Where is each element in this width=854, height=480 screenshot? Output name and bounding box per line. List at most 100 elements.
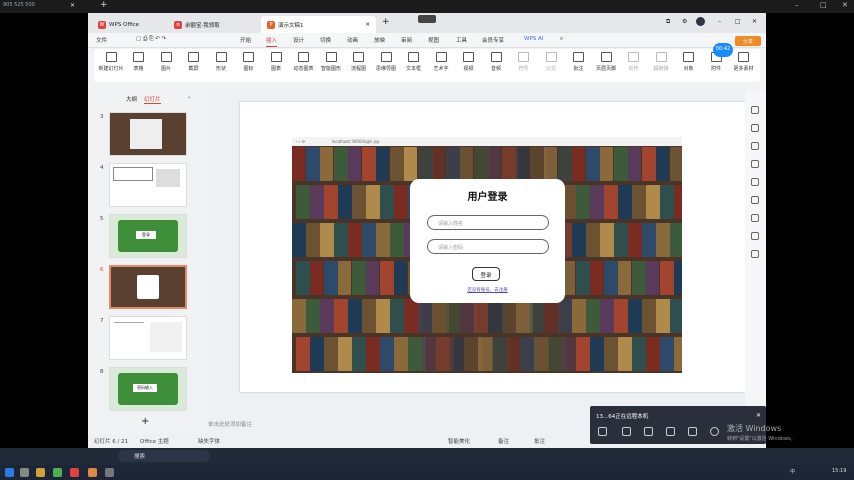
- ribbon-button[interactable]: 新建幻灯片: [98, 52, 124, 72]
- image-icon[interactable]: [751, 178, 759, 186]
- share-button[interactable]: 分享: [735, 36, 761, 46]
- microphone-icon[interactable]: [622, 427, 631, 436]
- ribbon-button[interactable]: 动态图表: [291, 52, 317, 72]
- maximize-icon[interactable]: □: [735, 18, 741, 25]
- add-slide-button[interactable]: +: [141, 416, 149, 427]
- recording-timer[interactable]: 00:42: [713, 43, 733, 57]
- wps-ai-button[interactable]: WPS AI: [524, 36, 543, 42]
- close-icon[interactable]: ✕: [752, 18, 757, 25]
- menu-member[interactable]: 会员专享: [482, 36, 504, 44]
- taskbar-search[interactable]: 搜索: [118, 450, 210, 462]
- missing-font[interactable]: 缺失字体: [198, 437, 220, 445]
- menu-design[interactable]: 设计: [293, 36, 304, 44]
- menu-tools[interactable]: 工具: [456, 36, 467, 44]
- file-icon[interactable]: [666, 427, 675, 436]
- layout-icon[interactable]: ⧉: [666, 18, 670, 26]
- slide-thumbnail[interactable]: 密码输入: [109, 367, 187, 411]
- ribbon-button[interactable]: 智能图形: [318, 52, 344, 72]
- slide-thumbnail[interactable]: [109, 163, 187, 207]
- ribbon-button[interactable]: 批注: [566, 52, 592, 72]
- transform-icon[interactable]: [751, 196, 759, 204]
- app-icon[interactable]: [20, 468, 29, 477]
- close-window-icon[interactable]: ✕: [842, 1, 848, 9]
- collapse-icon[interactable]: [418, 15, 436, 23]
- ribbon-button[interactable]: 符号: [511, 52, 537, 72]
- close-tab-icon[interactable]: ✕: [365, 22, 370, 28]
- ribbon-button[interactable]: 图片: [153, 52, 179, 72]
- wps-icon[interactable]: [70, 468, 79, 477]
- ribbon-button[interactable]: 视频: [456, 52, 482, 72]
- avatar[interactable]: [696, 17, 705, 26]
- upload-icon[interactable]: [688, 427, 697, 436]
- app-icon[interactable]: [53, 468, 62, 477]
- file-menu[interactable]: 文件: [96, 36, 107, 44]
- ribbon-button[interactable]: 音频: [483, 52, 509, 72]
- settings-icon[interactable]: ⚙: [682, 18, 687, 25]
- ribbon-button[interactable]: 动作: [621, 52, 647, 72]
- app-icon[interactable]: [105, 468, 114, 477]
- ribbon-button[interactable]: 形状: [208, 52, 234, 72]
- ribbon-button[interactable]: 更多素材: [731, 52, 757, 72]
- maximize-icon[interactable]: □: [820, 1, 827, 9]
- copy-icon[interactable]: [751, 160, 759, 168]
- folder-icon[interactable]: [36, 468, 45, 477]
- ribbon-button[interactable]: 图标: [236, 52, 262, 72]
- ribbon-button[interactable]: 表格: [126, 52, 152, 72]
- slide-canvas[interactable]: 用户登录 请输入姓名 请输入密码 登录 还没有账号，去注册 ‹ › ⟳ loca…: [240, 102, 755, 392]
- theme-name[interactable]: Office 主题: [140, 437, 169, 445]
- collapse-panel-icon[interactable]: ‹: [188, 95, 190, 101]
- start-icon[interactable]: [5, 468, 14, 477]
- ribbon-button[interactable]: 艺术字: [428, 52, 454, 72]
- add-tab-icon[interactable]: +: [382, 17, 390, 27]
- menu-transition[interactable]: 切换: [320, 36, 331, 44]
- search-icon[interactable]: ⌕: [560, 36, 563, 43]
- ribbon-button[interactable]: 图表: [263, 52, 289, 72]
- ribbon-button[interactable]: 流程图: [346, 52, 372, 72]
- star-icon[interactable]: [751, 142, 759, 150]
- menu-animation[interactable]: 动画: [347, 36, 358, 44]
- ribbon-button[interactable]: 页眉页脚: [593, 52, 619, 72]
- register-link[interactable]: 还没有账号，去注册: [410, 287, 565, 293]
- minimize-icon[interactable]: –: [718, 18, 721, 25]
- menu-slideshow[interactable]: 放映: [374, 36, 385, 44]
- new-tab-button[interactable]: +: [100, 0, 108, 10]
- disconnect-icon[interactable]: [710, 427, 719, 436]
- slide-thumbnail[interactable]: [109, 316, 187, 360]
- menu-review[interactable]: 审阅: [401, 36, 412, 44]
- ribbon-button[interactable]: 对象: [676, 52, 702, 72]
- tab-doc[interactable]: ≡ 余额宝·我领取: [168, 16, 260, 33]
- slide-thumbnail[interactable]: 登录: [109, 214, 187, 258]
- notes-toggle[interactable]: 备注: [498, 437, 509, 445]
- clock-time[interactable]: 15:19: [832, 468, 846, 474]
- login-button[interactable]: 登录: [472, 267, 500, 281]
- keyboard-icon[interactable]: [598, 427, 607, 436]
- help-icon[interactable]: [751, 250, 759, 258]
- tool-icon[interactable]: [751, 232, 759, 240]
- ribbon-button[interactable]: 思维导图: [373, 52, 399, 72]
- adjust-icon[interactable]: [751, 124, 759, 132]
- tab-presentation[interactable]: P 演示文稿1 ✕: [261, 16, 376, 33]
- username-input[interactable]: 请输入姓名: [427, 215, 549, 230]
- comments-toggle[interactable]: 批注: [534, 437, 545, 445]
- slide-thumbnail[interactable]: [109, 112, 187, 156]
- tab-wps-office[interactable]: W WPS Office: [92, 16, 167, 33]
- beautify-button[interactable]: 智能美化: [448, 437, 470, 445]
- ribbon-button[interactable]: 截屏: [181, 52, 207, 72]
- quick-access-icons[interactable]: ▢ ⎙ ⎘ ↶ ↷: [136, 36, 166, 43]
- app-icon[interactable]: [88, 468, 97, 477]
- ribbon-button[interactable]: 超链接: [648, 52, 674, 72]
- screenshot-image[interactable]: 用户登录 请输入姓名 请输入密码 登录 还没有账号，去注册: [292, 137, 682, 373]
- close-icon[interactable]: ✕: [70, 2, 75, 9]
- ribbon-button[interactable]: 文本框: [401, 52, 427, 72]
- minimize-icon[interactable]: –: [795, 1, 799, 9]
- password-input[interactable]: 请输入密码: [427, 239, 549, 254]
- ribbon-button[interactable]: 公式: [538, 52, 564, 72]
- slide-thumbnail-selected[interactable]: [109, 265, 187, 309]
- menu-home[interactable]: 开始: [240, 36, 251, 44]
- format-icon[interactable]: [751, 106, 759, 114]
- menu-view[interactable]: 视图: [428, 36, 439, 44]
- collapse-icon[interactable]: ✕: [756, 412, 761, 419]
- menu-insert[interactable]: 插入: [266, 36, 278, 47]
- book-icon[interactable]: [751, 214, 759, 222]
- tab-outline[interactable]: 大纲: [126, 95, 137, 103]
